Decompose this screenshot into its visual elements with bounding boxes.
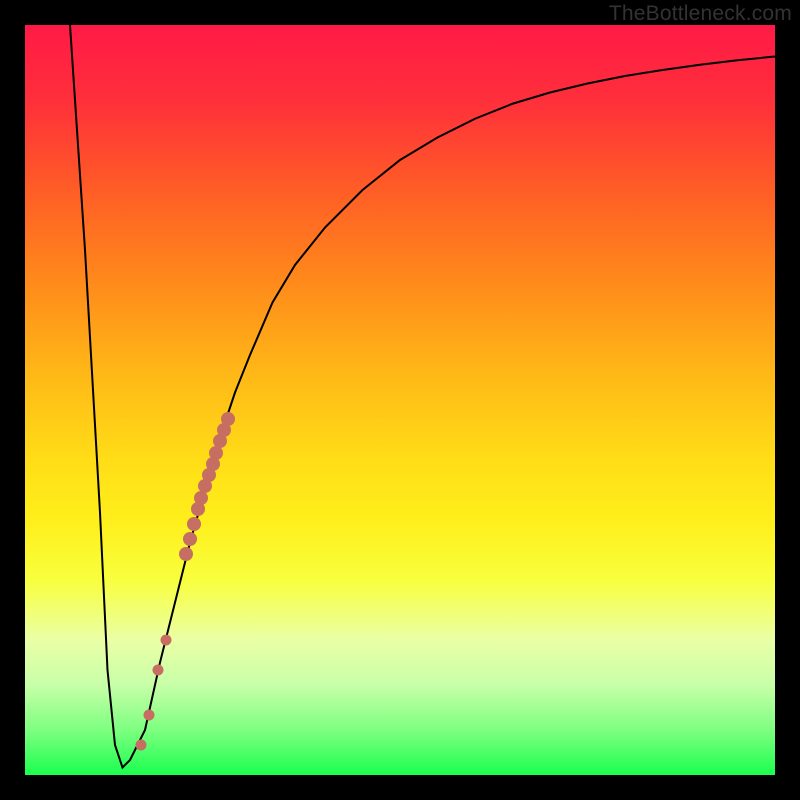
data-point: [187, 517, 201, 531]
bottleneck-curve: [25, 25, 775, 775]
data-point: [183, 532, 197, 546]
data-point: [143, 710, 154, 721]
data-point: [179, 547, 193, 561]
data-point: [136, 740, 147, 751]
data-point: [221, 412, 235, 426]
plot-area: [25, 25, 775, 775]
watermark-text: TheBottleneck.com: [609, 2, 792, 26]
data-point: [153, 665, 164, 676]
data-point: [160, 635, 171, 646]
